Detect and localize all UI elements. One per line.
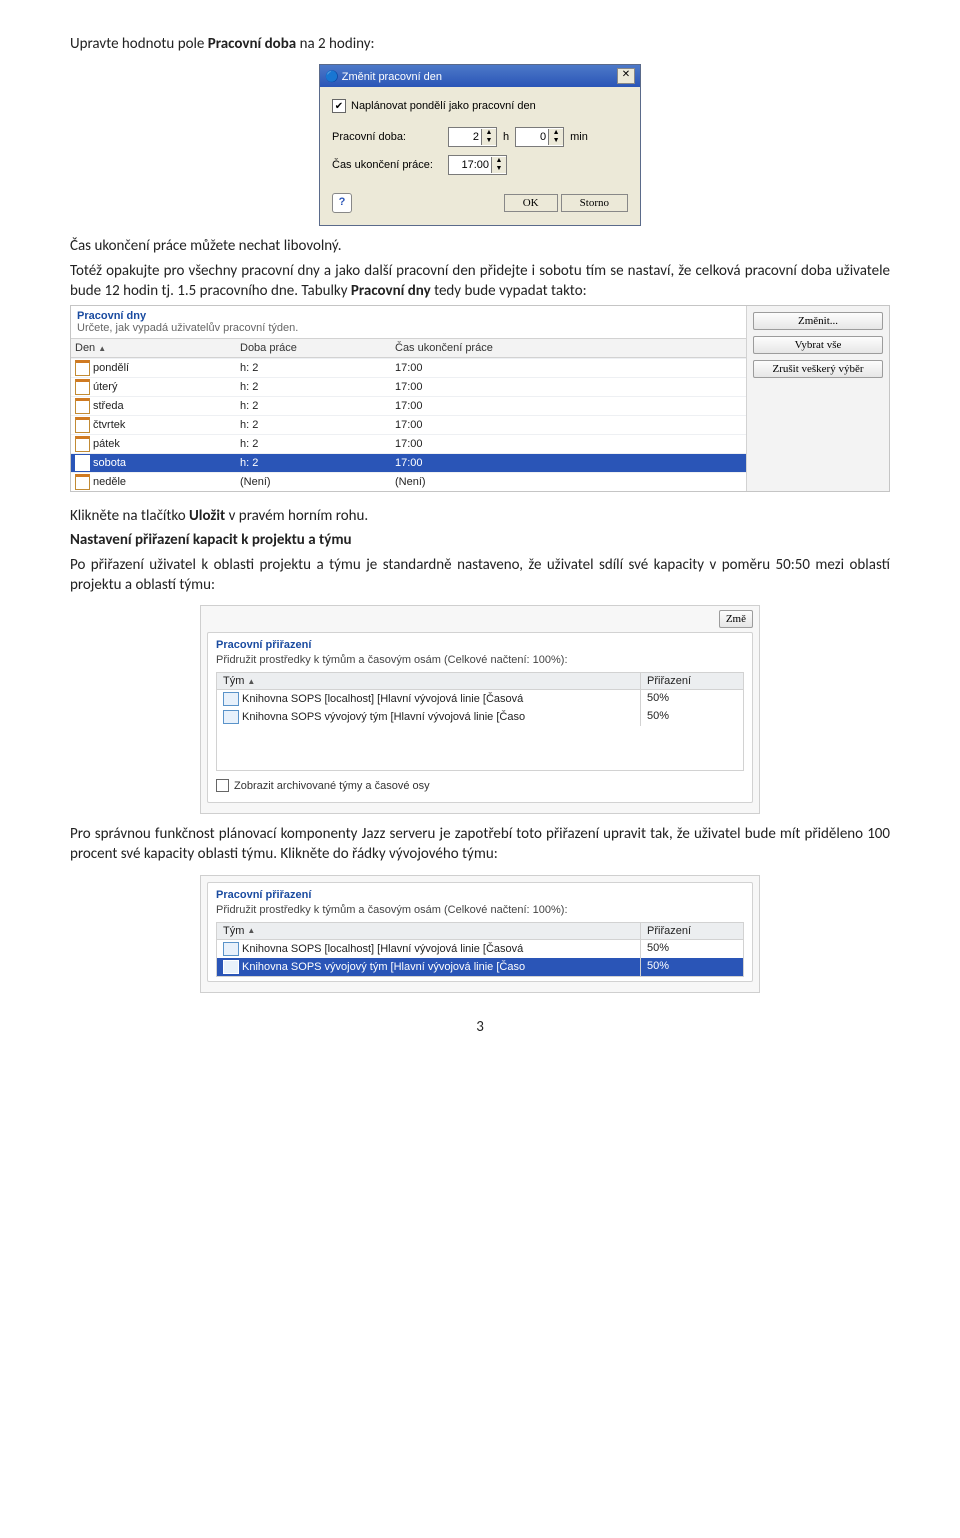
- close-icon[interactable]: ✕: [617, 68, 635, 84]
- team-icon: [223, 692, 239, 706]
- calendar-icon: [75, 417, 90, 433]
- calendar-icon: [75, 436, 90, 452]
- minutes-stepper[interactable]: ▲▼: [515, 127, 564, 147]
- para-1: Upravte hodnotu pole Pracovní doba na 2 …: [70, 34, 890, 54]
- table-row[interactable]: pátekh: 217:00: [71, 434, 746, 453]
- assignment-row[interactable]: Knihovna SOPS [localhost] [Hlavní vývojo…: [217, 940, 743, 958]
- table-row[interactable]: pondělíh: 217:00: [71, 358, 746, 377]
- calendar-icon: [75, 455, 90, 471]
- work-assignment-panel-2: Pracovní přiřazení Přidružit prostředky …: [200, 875, 760, 993]
- calendar-icon: [75, 398, 90, 414]
- team-icon: [223, 960, 239, 974]
- checkbox-icon: ✔: [332, 99, 346, 113]
- table-row[interactable]: neděle(Není)(Není): [71, 472, 746, 491]
- checkbox-schedule-as-workday[interactable]: ✔ Naplánovat pondělí jako pracovní den: [332, 99, 628, 113]
- dialog-titlebar: 🔵 Změnit pracovní den ✕: [320, 65, 640, 87]
- dialog-title: Změnit pracovní den: [342, 71, 442, 83]
- show-archived-checkbox[interactable]: Zobrazit archivované týmy a časové osy: [216, 779, 744, 792]
- table-desc: Určete, jak vypadá uživatelův pracovní t…: [71, 322, 746, 338]
- para-2: Čas ukončení práce můžete nechat libovol…: [70, 236, 890, 256]
- sort-asc-icon: ▲: [247, 677, 255, 686]
- para-4: Klikněte na tlačítko Uložit v pravém hor…: [70, 506, 890, 526]
- table-title: Pracovní dny: [71, 306, 746, 322]
- hours-stepper[interactable]: ▲▼: [448, 127, 497, 147]
- table-row[interactable]: středah: 217:00: [71, 396, 746, 415]
- assignment-desc: Přidružit prostředky k týmům a časovým o…: [216, 904, 744, 916]
- dialog-change-workday: 🔵 Změnit pracovní den ✕ ✔ Naplánovat pon…: [319, 64, 641, 226]
- team-icon: [223, 710, 239, 724]
- label-end-time: Čas ukončení práce:: [332, 159, 442, 171]
- workdays-table: Pracovní dny Určete, jak vypadá uživatel…: [70, 305, 890, 492]
- assignment-row[interactable]: Knihovna SOPS [localhost] [Hlavní vývojo…: [217, 690, 743, 708]
- help-icon[interactable]: ?: [332, 193, 352, 213]
- assignment-title: Pracovní přiřazení: [216, 639, 744, 651]
- calendar-icon: [75, 379, 90, 395]
- assignment-row[interactable]: Knihovna SOPS vývojový tým [Hlavní vývoj…: [217, 958, 743, 976]
- deselect-all-button[interactable]: Zrušit veškerý výběr: [753, 360, 883, 378]
- page-number: 3: [70, 1018, 890, 1036]
- table-row[interactable]: sobotah: 217:00: [71, 453, 746, 472]
- assignment-desc: Přidružit prostředky k týmům a časovým o…: [216, 654, 744, 666]
- sort-asc-icon: ▲: [247, 926, 255, 935]
- checkbox-icon: [216, 779, 229, 792]
- assignment-row[interactable]: Knihovna SOPS vývojový tým [Hlavní vývoj…: [217, 708, 743, 726]
- para-6: Pro správnou funkčnost plánovací kompone…: [70, 824, 890, 865]
- heading-assign: Nastavení přiřazení kapacit k projektu a…: [70, 530, 890, 550]
- para-5: Po přiřazení uživatel k oblasti projektu…: [70, 555, 890, 596]
- table-row[interactable]: úterýh: 217:00: [71, 377, 746, 396]
- table-row[interactable]: čtvrtekh: 217:00: [71, 415, 746, 434]
- assignment-title: Pracovní přiřazení: [216, 889, 744, 901]
- ok-button[interactable]: OK: [504, 194, 558, 212]
- cancel-button[interactable]: Storno: [561, 194, 628, 212]
- change-button[interactable]: Změnit...: [753, 312, 883, 330]
- change-button-small[interactable]: Změ: [719, 610, 753, 628]
- select-all-button[interactable]: Vybrat vše: [753, 336, 883, 354]
- team-icon: [223, 942, 239, 956]
- para-3: Totéž opakujte pro všechny pracovní dny …: [70, 261, 890, 302]
- sort-asc-icon: ▲: [98, 344, 106, 353]
- table-header[interactable]: Den ▲ Doba práce Čas ukončení práce: [71, 338, 746, 358]
- calendar-icon: [75, 360, 90, 376]
- end-time-stepper[interactable]: ▲▼: [448, 155, 507, 175]
- label-work-hours: Pracovní doba:: [332, 131, 442, 143]
- calendar-icon: [75, 474, 90, 490]
- assignment-header[interactable]: Tým ▲ Přiřazení: [217, 923, 743, 940]
- assignment-header[interactable]: Tým ▲ Přiřazení: [217, 673, 743, 690]
- work-assignment-panel-1: Změ Pracovní přiřazení Přidružit prostře…: [200, 605, 760, 814]
